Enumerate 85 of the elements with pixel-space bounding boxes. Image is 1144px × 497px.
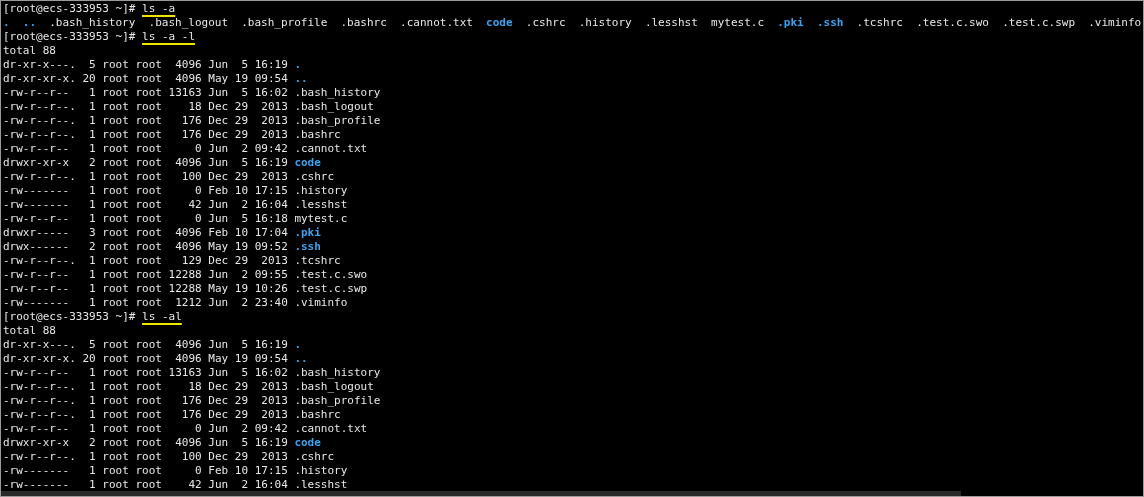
file-name: .cshrc [294, 450, 335, 464]
file-name: code [486, 16, 513, 30]
file-details: -rw-r--r-- 1 root root 12288 May 19 10:26 [3, 282, 288, 296]
file-name: .ssh [294, 240, 321, 254]
file-details: -rw------- 1 root root 42 Jun 2 16:04 [3, 198, 288, 212]
file-name: .pki [777, 16, 804, 30]
file-details: -rw-r--r--. 1 root root 18 Dec 29 2013 [3, 100, 288, 114]
file-details: dr-xr-x---. 5 root root 4096 Jun 5 16:19 [3, 58, 288, 72]
file-name: .bash_history [49, 16, 136, 30]
file-name: .history [578, 16, 632, 30]
file-name: mytest.c [294, 212, 348, 226]
file-name: .bash_history [294, 366, 381, 380]
file-name: .. [294, 72, 308, 86]
file-name: . [294, 338, 301, 352]
file-name: .. [294, 352, 308, 366]
file-name: .test.c.swp [1002, 16, 1076, 30]
file-details: -rw-r--r--. 1 root root 100 Dec 29 2013 [3, 450, 288, 464]
file-name: .lesshst [294, 478, 348, 492]
shell-prompt: [root@ecs-333953 ~]# [3, 30, 136, 44]
file-details: -rw------- 1 root root 42 Jun 2 16:04 [3, 478, 288, 492]
file-name: .bash_logout [294, 380, 374, 394]
file-name: .viminfo [294, 296, 348, 310]
file-name: .cannot.txt [294, 422, 368, 436]
file-name: .cshrc [525, 16, 566, 30]
command-text: ls -a -l [142, 30, 196, 44]
file-name: .history [294, 464, 348, 478]
file-details: -rw-r--r-- 1 root root 0 Jun 5 16:18 [3, 212, 288, 226]
file-details: dr-xr-xr-x. 20 root root 4096 May 19 09:54 [3, 352, 288, 366]
file-details: dr-xr-x---. 5 root root 4096 Jun 5 16:19 [3, 338, 288, 352]
shell-prompt: [root@ecs-333953 ~]# [3, 2, 136, 16]
file-details: -rw-r--r--. 1 root root 129 Dec 29 2013 [3, 254, 288, 268]
file-name: .bash_profile [294, 394, 381, 408]
output-text: total 88 [3, 324, 56, 338]
file-name: . [294, 58, 301, 72]
file-name: .cshrc [294, 170, 335, 184]
file-name: .test.c.swp [294, 282, 368, 296]
file-details: drwxr----- 3 root root 4096 Feb 10 17:04 [3, 226, 288, 240]
file-name: .bash_profile [241, 16, 328, 30]
file-name: .bash_profile [294, 114, 381, 128]
file-details: -rw-r--r--. 1 root root 18 Dec 29 2013 [3, 380, 288, 394]
file-name: mytest.c [711, 16, 765, 30]
file-name: .tcshrc [856, 16, 903, 30]
file-details: -rw-r--r--. 1 root root 176 Dec 29 2013 [3, 128, 288, 142]
command-text: ls -al [142, 310, 182, 324]
command-text: ls -a [142, 2, 176, 16]
file-name: .test.c.swo [916, 16, 989, 30]
file-details: drwxr-xr-x 2 root root 4096 Jun 5 16:19 [3, 156, 288, 170]
file-name: .pki [294, 226, 321, 240]
file-details: dr-xr-xr-x. 20 root root 4096 May 19 09:54 [3, 72, 288, 86]
file-details: -rw-r--r--. 1 root root 176 Dec 29 2013 [3, 394, 288, 408]
file-name: .lesshst [644, 16, 698, 30]
file-details: -rw-r--r--. 1 root root 176 Dec 29 2013 [3, 408, 288, 422]
file-name: code [294, 436, 321, 450]
file-name: .bashrc [340, 16, 387, 30]
file-name: .cannot.txt [294, 142, 368, 156]
file-name: .bashrc [294, 128, 341, 142]
file-name: .. [22, 16, 37, 30]
file-details: -rw-r--r-- 1 root root 0 Jun 2 09:42 [3, 142, 288, 156]
file-details: -rw------- 1 root root 0 Feb 10 17:15 [3, 184, 288, 198]
file-name: .bash_logout [294, 100, 374, 114]
output-text: total 88 [3, 44, 56, 58]
file-details: -rw-r--r-- 1 root root 0 Jun 2 09:42 [3, 422, 288, 436]
file-details: -rw-r--r-- 1 root root 13163 Jun 5 16:02 [3, 366, 288, 380]
file-name: .ssh [816, 16, 844, 30]
file-details: -rw-r--r--. 1 root root 176 Dec 29 2013 [3, 114, 288, 128]
file-details: -rw-r--r-- 1 root root 12288 Jun 2 09:55 [3, 268, 288, 282]
file-name: .lesshst [294, 198, 348, 212]
file-details: -rw------- 1 root root 1212 Jun 2 23:40 [3, 296, 288, 310]
file-details: -rw------- 1 root root 0 Feb 10 17:15 [3, 464, 288, 478]
file-name: code [294, 156, 321, 170]
file-details: drwx------ 2 root root 4096 May 19 09:52 [3, 240, 288, 254]
file-name: .cannot.txt [400, 16, 473, 30]
file-name: . [3, 16, 10, 30]
file-details: -rw-r--r--. 1 root root 100 Dec 29 2013 [3, 170, 288, 184]
shell-prompt: [root@ecs-333953 ~]# [3, 310, 136, 324]
file-details: drwxr-xr-x 2 root root 4096 Jun 5 16:19 [3, 436, 288, 450]
file-name: .bashrc [294, 408, 341, 422]
file-name: .history [294, 184, 348, 198]
file-name: .tcshrc [294, 254, 341, 268]
file-details: -rw-r--r-- 1 root root 13163 Jun 5 16:02 [3, 86, 288, 100]
file-name: .bash_history [294, 86, 381, 100]
horizontal-scrollbar[interactable] [1, 491, 961, 496]
file-name: .bash_logout [148, 16, 228, 30]
file-name: .viminfo [1088, 16, 1142, 30]
file-name: .test.c.swo [294, 268, 368, 282]
